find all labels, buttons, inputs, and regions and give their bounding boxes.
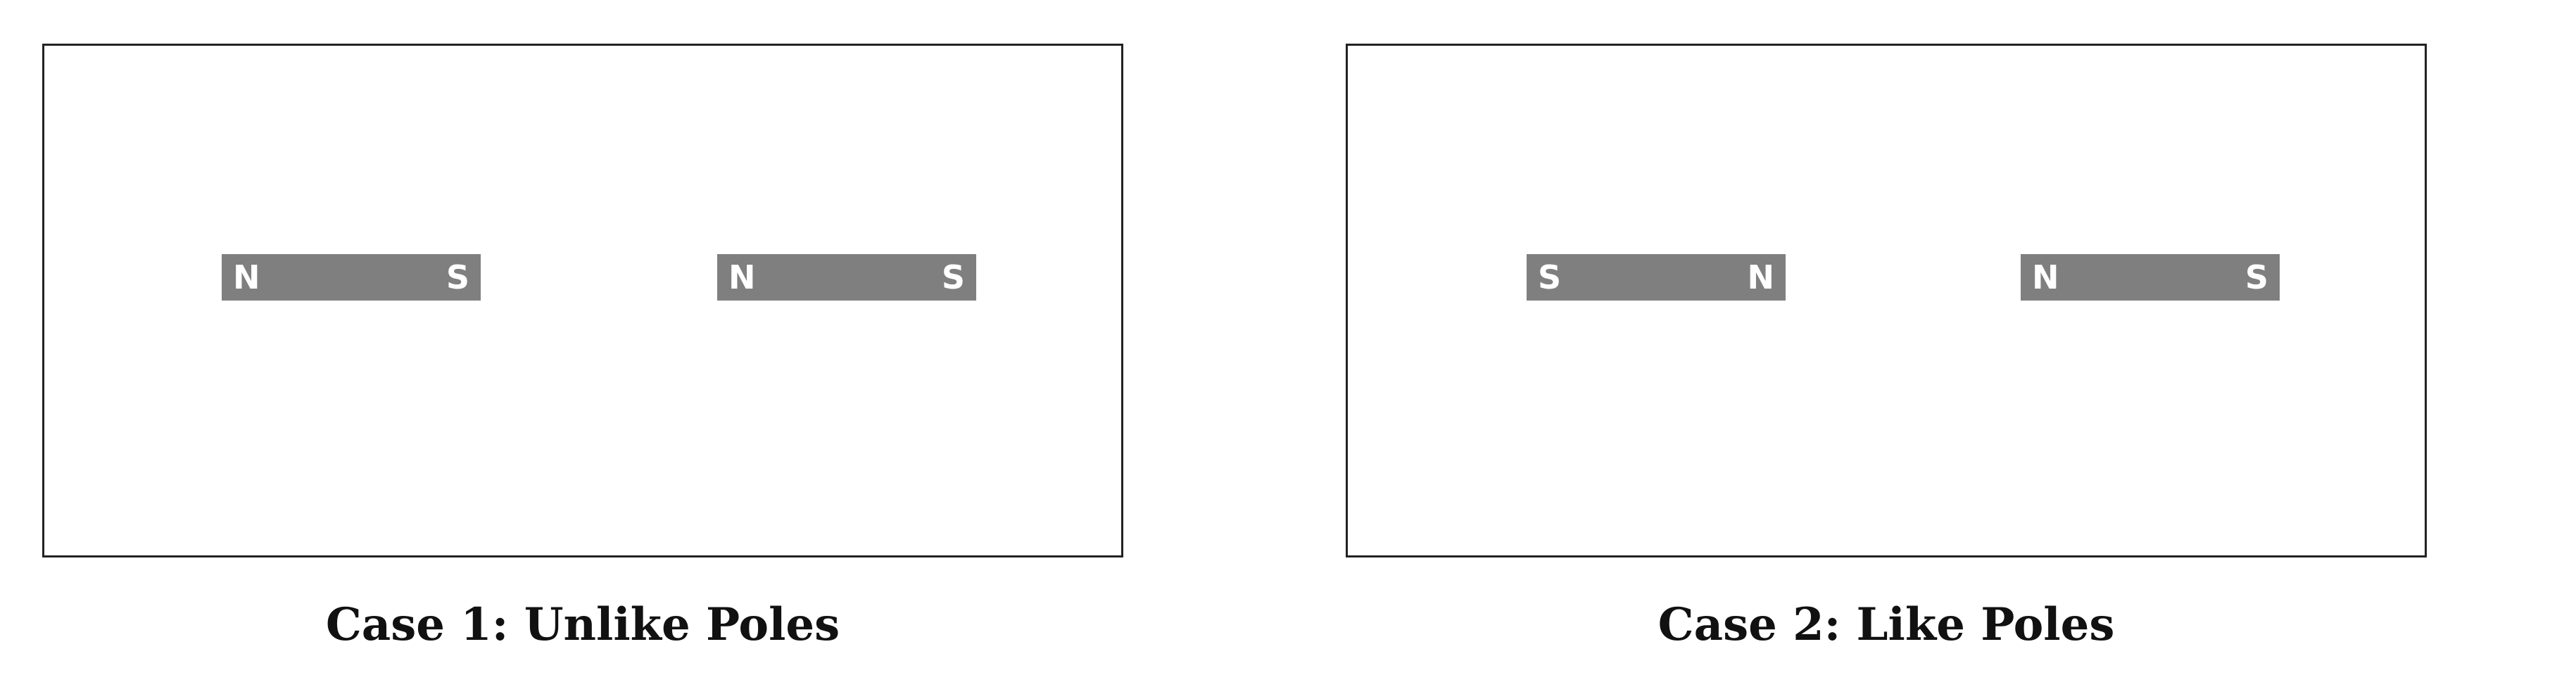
magnet-pole-label: S [941, 258, 965, 296]
magnet-pole-label: N [1747, 258, 1775, 296]
case-1-panel: N S N S [42, 44, 1123, 557]
magnet-pole-label: N [728, 258, 756, 296]
bar-magnet: N S [222, 254, 481, 301]
case-2-panel: S N N S [1346, 44, 2427, 557]
magnet-pole-label: N [233, 258, 260, 296]
magnet-pole-label: N [2032, 258, 2059, 296]
magnet-pole-label: S [2244, 258, 2268, 296]
bar-magnet: N S [717, 254, 976, 301]
case-2-caption: Case 2: Like Poles [1658, 598, 2115, 651]
bar-magnet: N S [2021, 254, 2280, 301]
magnet-pole-label: S [1538, 258, 1562, 296]
case-1-caption: Case 1: Unlike Poles [325, 598, 840, 651]
bar-magnet: S N [1527, 254, 1786, 301]
magnet-pole-label: S [446, 258, 469, 296]
